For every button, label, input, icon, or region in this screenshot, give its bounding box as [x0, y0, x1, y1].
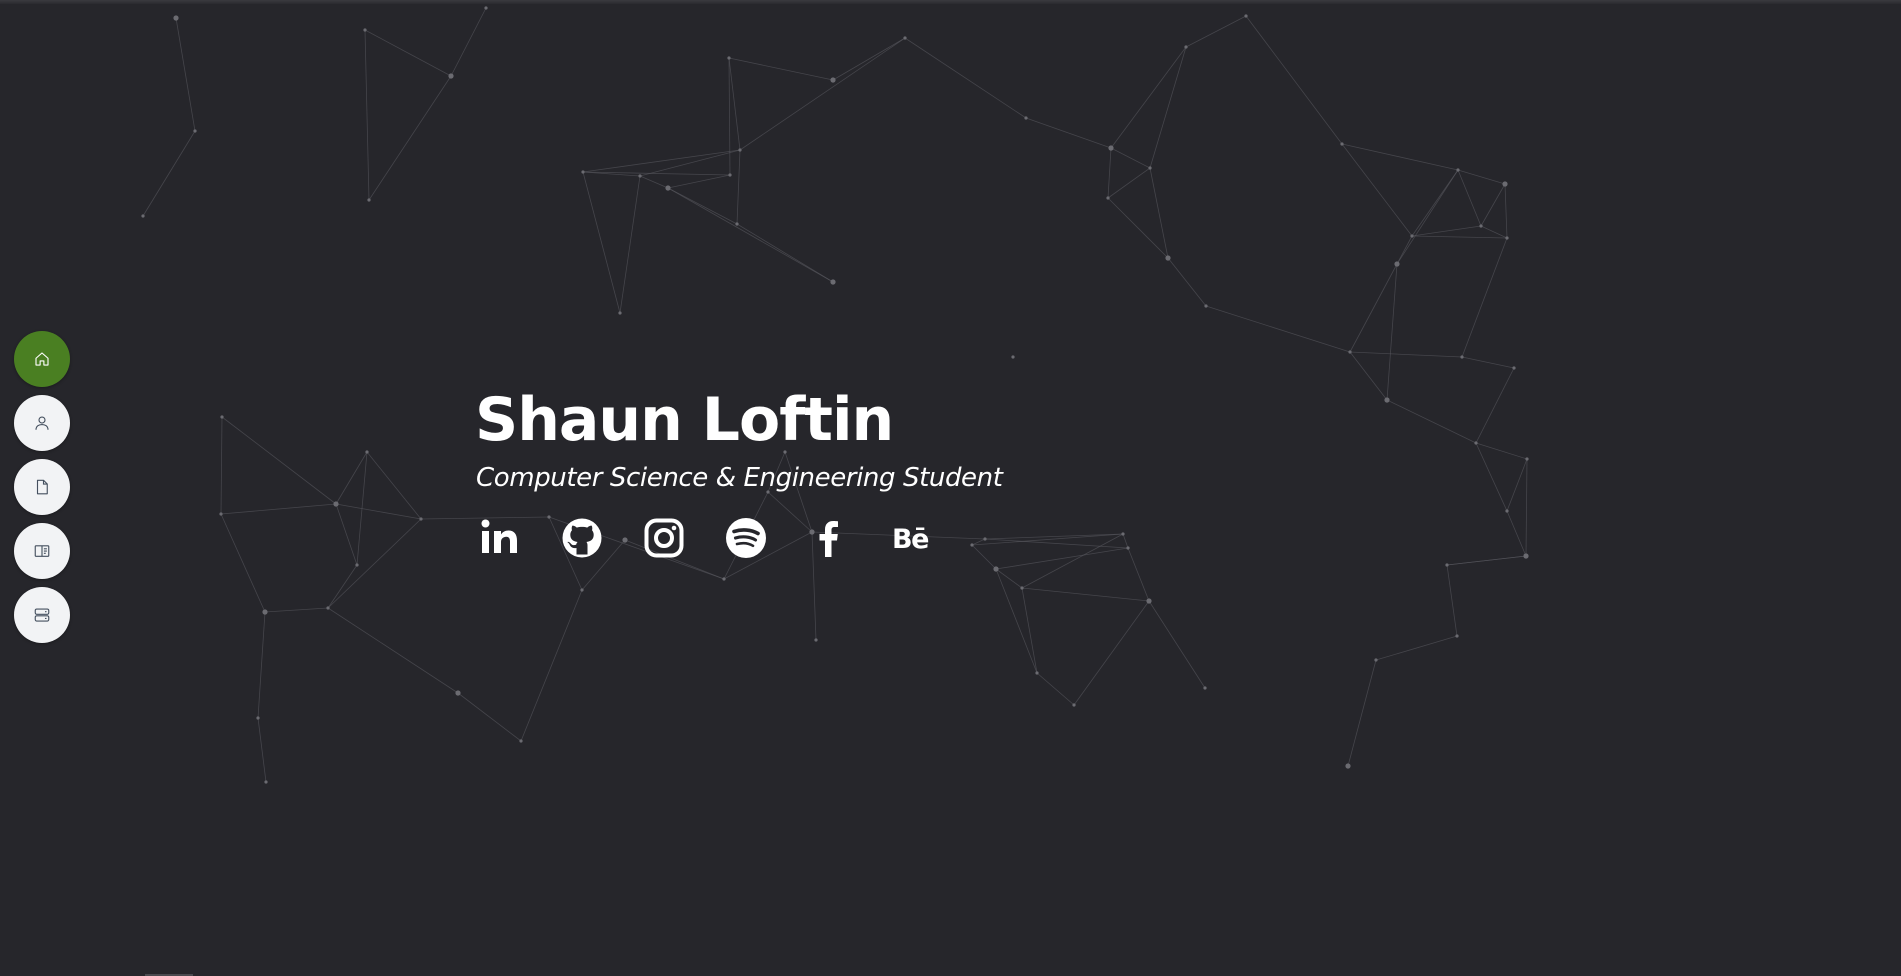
home-icon	[35, 352, 49, 366]
hero-subtitle: Computer Science & Engineering Student	[476, 463, 1003, 493]
behance-logo-text: Bē	[892, 524, 928, 555]
nav-portfolio-button[interactable]	[14, 523, 70, 579]
instagram-link[interactable]	[643, 517, 685, 559]
spotify-link[interactable]	[725, 517, 767, 559]
hero-name: Shaun Loftin	[475, 385, 894, 455]
server-icon	[34, 608, 50, 622]
nav-home-button[interactable]	[14, 331, 70, 387]
nav-services-button[interactable]	[14, 587, 70, 643]
instagram-icon	[644, 518, 684, 558]
side-navigation	[14, 331, 70, 643]
github-icon	[562, 518, 602, 558]
user-icon	[35, 416, 49, 430]
github-link[interactable]	[561, 517, 603, 559]
nav-about-button[interactable]	[14, 395, 70, 451]
linkedin-link[interactable]	[479, 517, 521, 559]
spotify-icon	[726, 518, 766, 558]
page: Shaun Loftin Computer Science & Engineer…	[0, 0, 1901, 976]
behance-icon: Bē	[892, 524, 930, 555]
behance-link[interactable]: Bē	[889, 517, 931, 559]
facebook-link[interactable]	[807, 517, 849, 559]
document-icon	[36, 479, 48, 495]
nav-resume-button[interactable]	[14, 459, 70, 515]
linkedin-icon	[481, 519, 517, 553]
hero-section: Shaun Loftin Computer Science & Engineer…	[475, 385, 1003, 559]
facebook-icon	[819, 521, 838, 557]
book-open-icon	[34, 545, 50, 557]
social-links: Bē	[479, 517, 1003, 559]
